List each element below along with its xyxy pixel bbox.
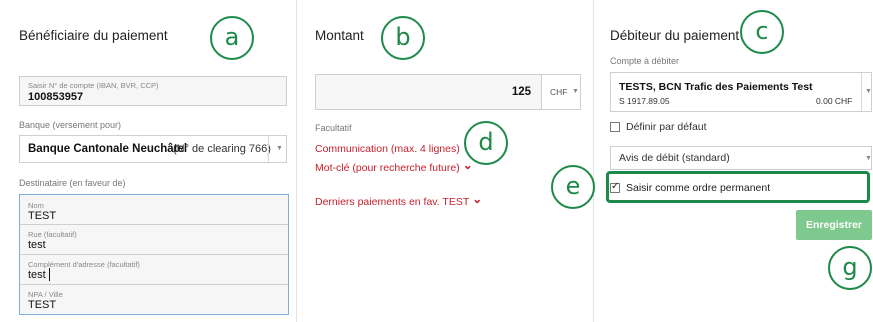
- caret-down-icon: ▼: [865, 88, 872, 95]
- zip-city-input[interactable]: NPA / Ville TEST: [20, 285, 288, 315]
- name-label: Nom: [28, 201, 44, 210]
- address-complement-value: test: [28, 269, 46, 281]
- street-value: test: [28, 239, 46, 251]
- callout-d: d: [464, 121, 508, 165]
- debtor-title: Débiteur du paiement: [610, 28, 740, 43]
- debit-advice-value: Avis de débit (standard): [619, 152, 730, 164]
- set-default-label: Définir par défaut: [626, 121, 707, 133]
- amount-column: Montant b 125 CHF ▼ Facultatif Communica…: [296, 0, 593, 322]
- account-number-value: 100853957: [28, 91, 84, 103]
- keyword-link-label: Mot-clé (pour recherche future): [315, 162, 460, 174]
- debtor-column: Débiteur du paiement c Compte à débiter …: [593, 0, 873, 322]
- account-number-label: Saisir N° de compte (IBAN, BVR, CCP): [28, 81, 159, 90]
- recipient-label: Destinataire (en faveur de): [19, 178, 126, 188]
- recipient-fields-group: Nom TEST Rue (facultatif) test Complémen…: [19, 194, 289, 315]
- bank-clearing: (N° de clearing 766): [173, 143, 271, 155]
- zip-city-label: NPA / Ville: [28, 290, 63, 299]
- currency-value: CHF: [550, 87, 568, 97]
- callout-a: a: [210, 16, 254, 60]
- save-button[interactable]: Enregistrer: [796, 210, 872, 240]
- bank-select[interactable]: Banque Cantonale Neuchâtel (N° de cleari…: [19, 135, 287, 163]
- caret-down-icon: ▼: [276, 145, 283, 152]
- checkmark-icon[interactable]: [610, 181, 620, 193]
- callout-e: e: [551, 165, 595, 209]
- name-input[interactable]: Nom TEST: [20, 195, 288, 225]
- caret-down-icon: ▼: [865, 155, 872, 162]
- standing-order-label: Saisir comme ordre permanent: [626, 182, 771, 194]
- beneficiary-title: Bénéficiaire du paiement: [19, 28, 168, 43]
- communication-link-label: Communication (max. 4 lignes): [315, 143, 460, 155]
- name-value: TEST: [28, 210, 57, 222]
- amount-title: Montant: [315, 28, 364, 43]
- debit-account-name: TESTS, BCN Trafic des Paiements Test: [619, 81, 813, 93]
- select-divider: [268, 136, 269, 162]
- beneficiary-column: Bénéficiaire du paiement a Saisir N° de …: [0, 0, 296, 322]
- street-label: Rue (facultatif): [28, 230, 77, 239]
- account-number-input[interactable]: Saisir N° de compte (IBAN, BVR, CCP) 100…: [19, 76, 287, 106]
- debit-account-select[interactable]: TESTS, BCN Trafic des Paiements Test S 1…: [610, 72, 872, 112]
- zip-city-value: TEST: [28, 299, 57, 311]
- keyword-link[interactable]: Mot-clé (pour recherche future) ⌄: [315, 158, 473, 174]
- amount-value: 125: [511, 86, 531, 98]
- address-complement-input[interactable]: Complément d'adresse (facultatif) test: [20, 255, 288, 285]
- chevron-down-icon: ⌄: [472, 192, 483, 206]
- address-complement-label: Complément d'adresse (facultatif): [28, 260, 140, 269]
- currency-select[interactable]: CHF ▼: [541, 74, 581, 110]
- communication-link[interactable]: Communication (max. 4 lignes)⌄: [315, 139, 473, 155]
- callout-b: b: [381, 16, 425, 60]
- last-payments-link[interactable]: Derniers paiements en fav. TEST ⌄: [315, 192, 482, 208]
- caret-down-icon: ▼: [572, 88, 579, 95]
- amount-input[interactable]: 125: [315, 74, 542, 110]
- optional-label: Facultatif: [315, 123, 352, 133]
- bank-name: Banque Cantonale Neuchâtel: [28, 143, 188, 155]
- callout-c: c: [740, 10, 784, 54]
- last-payments-link-label: Derniers paiements en fav. TEST: [315, 196, 470, 208]
- debit-advice-select[interactable]: Avis de débit (standard) ▼: [610, 146, 872, 170]
- debit-account-number: S 1917.89.05: [619, 96, 670, 106]
- text-cursor: [49, 268, 50, 281]
- debit-account-label: Compte à débiter: [610, 56, 680, 66]
- select-divider: [861, 73, 862, 111]
- set-default-checkbox[interactable]: Définir par défaut: [610, 120, 810, 134]
- set-default-checkbox-box[interactable]: [610, 122, 620, 132]
- street-input[interactable]: Rue (facultatif) test: [20, 225, 288, 255]
- callout-g: g: [828, 246, 872, 290]
- standing-order-checkbox[interactable]: Saisir comme ordre permanent: [610, 181, 850, 195]
- debit-account-balance: 0.00 CHF: [816, 96, 853, 106]
- bank-label: Banque (versement pour): [19, 120, 122, 130]
- save-button-label: Enregistrer: [805, 219, 863, 231]
